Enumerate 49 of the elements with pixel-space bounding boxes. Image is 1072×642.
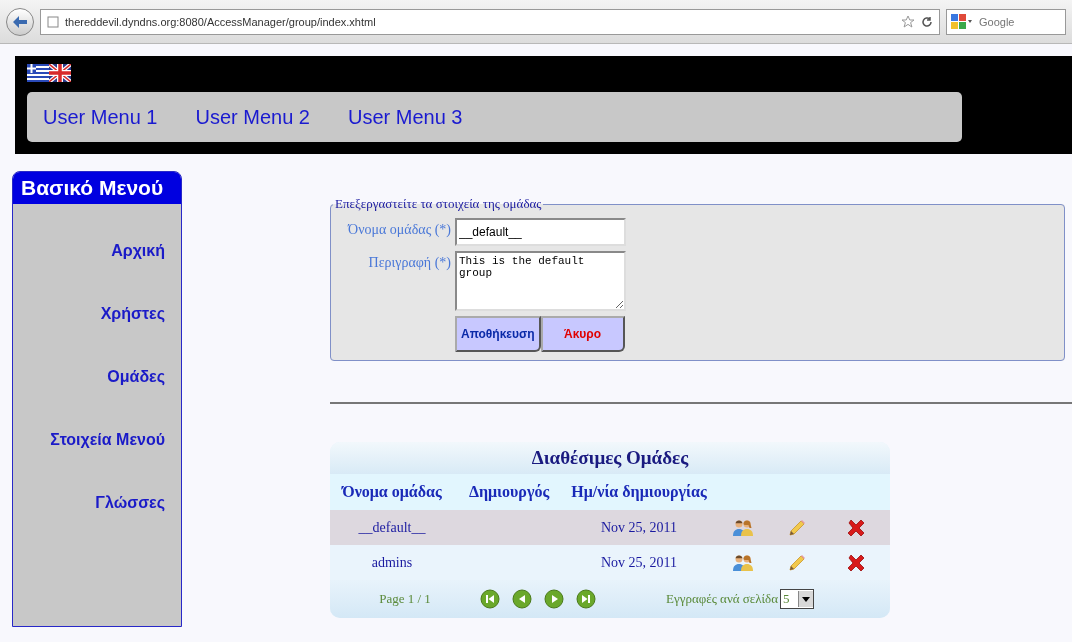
field-label: Περιγραφή (*) bbox=[367, 254, 451, 272]
last-page-icon[interactable] bbox=[576, 589, 596, 609]
cancel-button[interactable]: Άκυρο bbox=[540, 316, 625, 352]
column-header: Δημιουργός bbox=[467, 482, 551, 503]
rows-per-page-select[interactable]: 5 bbox=[780, 589, 814, 609]
rows-per-page-label: Εγγραφές ανά σελίδα bbox=[666, 591, 779, 607]
table-cell-text: Nov 25, 2011 bbox=[600, 519, 678, 537]
next-page-icon[interactable] bbox=[544, 589, 564, 609]
menu-item[interactable]: User Menu 1 bbox=[43, 105, 158, 129]
delete-icon[interactable] bbox=[846, 552, 866, 573]
group-name-field[interactable]: __default__ bbox=[455, 218, 626, 246]
sidebar-item[interactable]: Στοιχεία Μενού bbox=[50, 431, 165, 449]
sidebar-title: Βασικό Μενού bbox=[13, 172, 181, 204]
sidebar-item[interactable]: Γλώσσες bbox=[95, 494, 165, 512]
first-page-icon[interactable] bbox=[480, 589, 500, 609]
description-field[interactable]: This is the default group bbox=[455, 251, 626, 311]
address-bar[interactable]: thereddevil.dyndns.org:8080/AccessManager/group/index.xhtml bbox=[40, 8, 940, 35]
panel-legend: Επεξεργαστείτε τα στοιχεία της ομάδας bbox=[333, 196, 544, 212]
reload-icon[interactable] bbox=[921, 15, 933, 28]
menu-item[interactable]: User Menu 3 bbox=[348, 105, 463, 129]
back-arrow-icon bbox=[13, 15, 27, 28]
sidebar-item[interactable]: Αρχική bbox=[111, 242, 165, 260]
dropdown-arrow-icon bbox=[801, 596, 810, 602]
delete-icon[interactable] bbox=[846, 517, 866, 538]
star-icon[interactable] bbox=[901, 14, 915, 29]
page-icon bbox=[47, 15, 59, 28]
search-engine-icon[interactable] bbox=[951, 13, 973, 30]
users-icon[interactable] bbox=[733, 553, 753, 572]
search-field[interactable]: Google bbox=[946, 8, 1066, 35]
column-header: Όνομα ομάδας bbox=[340, 482, 443, 503]
table-cell-text: Nov 25, 2011 bbox=[600, 554, 678, 572]
page-indicator: Page 1 / 1 bbox=[378, 591, 432, 607]
sidebar-item[interactable]: Ομάδες bbox=[107, 368, 165, 386]
table-title: Διαθέσιμες Ομάδες bbox=[330, 442, 890, 474]
menu-item[interactable]: User Menu 2 bbox=[195, 105, 310, 129]
field-label: Όνομα ομάδας (*) bbox=[346, 221, 451, 239]
sidebar-item[interactable]: Χρήστες bbox=[100, 305, 165, 323]
users-icon[interactable] bbox=[733, 518, 753, 537]
greek-flag-icon[interactable] bbox=[27, 64, 49, 82]
save-button[interactable]: Αποθήκευση bbox=[455, 316, 541, 352]
prev-page-icon[interactable] bbox=[512, 589, 532, 609]
table-cell-text: __default__ bbox=[358, 519, 426, 537]
pencil-icon[interactable] bbox=[788, 553, 806, 572]
back-button[interactable] bbox=[6, 7, 34, 36]
table-row[interactable]: admins Nov 25, 2011 bbox=[330, 545, 890, 580]
table-cell-text: admins bbox=[371, 554, 413, 572]
british-flag-icon[interactable] bbox=[49, 64, 71, 82]
column-header: Ημ/νία δημιουργίας bbox=[570, 482, 708, 503]
table-row[interactable]: __default__ Nov 25, 2011 bbox=[330, 510, 890, 545]
